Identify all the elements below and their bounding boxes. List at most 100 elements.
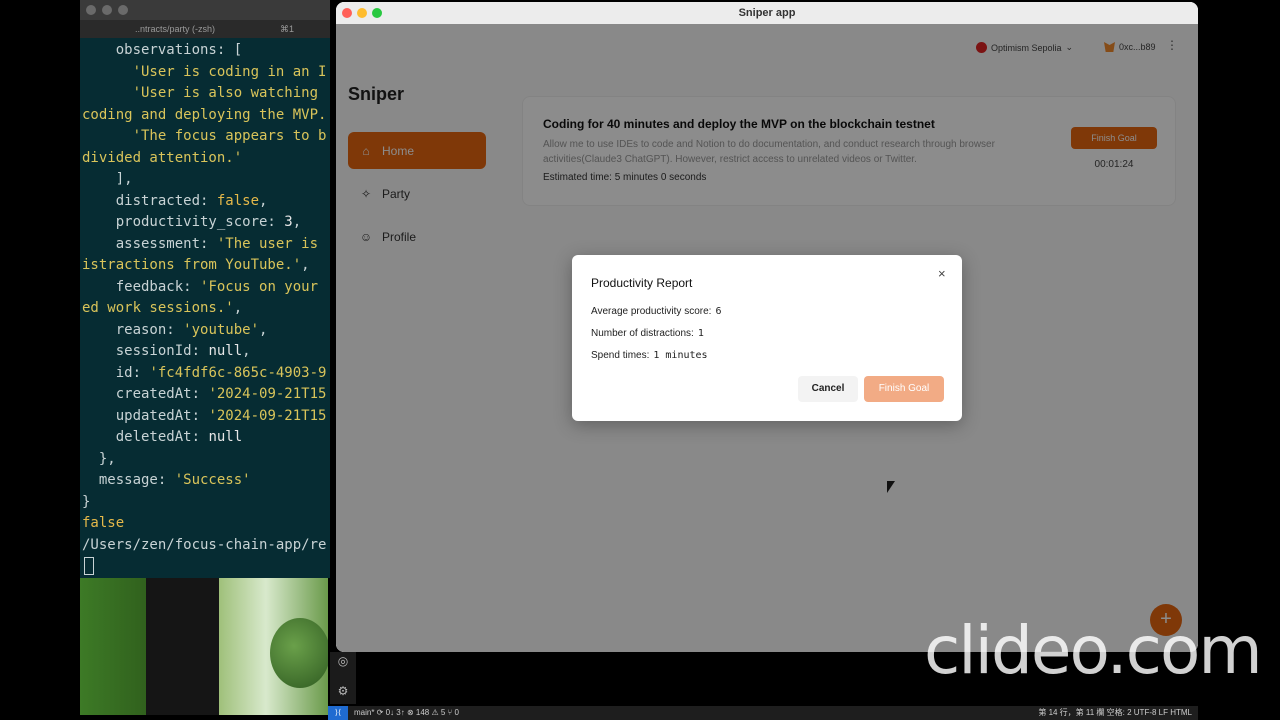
terminal-line: 'The focus appears to b bbox=[82, 126, 330, 148]
terminal-token: 'User is also watching bbox=[132, 85, 327, 101]
terminal-token: sessionId: bbox=[82, 343, 209, 359]
terminal-token: deletedAt: bbox=[82, 429, 209, 445]
terminal-token: , bbox=[259, 192, 268, 209]
close-icon[interactable]: × bbox=[938, 266, 946, 281]
terminal-token: null bbox=[208, 429, 243, 445]
terminal-line: 'User is also watching bbox=[82, 83, 330, 105]
activity-bar: ◎ ⚙ bbox=[330, 652, 356, 704]
terminal-line: feedback: 'Focus on your bbox=[82, 277, 330, 299]
terminal-token: , bbox=[259, 321, 268, 338]
terminal-token: 'youtube' bbox=[183, 321, 260, 338]
terminal-token: 3 bbox=[284, 214, 293, 230]
terminal-line: divided attention.' bbox=[82, 148, 330, 170]
terminal-token: updatedAt: bbox=[82, 407, 209, 424]
terminal-token: ed work sessions.' bbox=[82, 300, 234, 316]
video-thumbnail bbox=[80, 578, 328, 715]
dialog-title: Productivity Report bbox=[591, 276, 693, 290]
spend-time-row: Spend times: 1 minutes bbox=[591, 350, 708, 361]
terminal-token: 'The user is bbox=[216, 235, 327, 252]
status-right[interactable]: 第 14 行，第 11 欄 空格: 2 UTF-8 LF HTML bbox=[1038, 706, 1192, 720]
terminal-line: id: 'fc4fdf6c-865c-4903-9 bbox=[82, 363, 330, 385]
terminal-token: }, bbox=[82, 450, 116, 467]
remote-indicator-icon[interactable]: ⟩⟨ bbox=[328, 706, 348, 720]
terminal-token: null bbox=[208, 343, 243, 359]
terminal-token: istractions from YouTube.' bbox=[82, 257, 302, 273]
terminal-line: deletedAt: null bbox=[82, 427, 330, 449]
terminal-token: '2024-09-21T15 bbox=[208, 407, 327, 424]
terminal-line: distracted: false, bbox=[82, 191, 330, 213]
terminal-token: productivity_score: bbox=[82, 214, 285, 230]
terminal-token: id: bbox=[82, 364, 150, 381]
terminal-line: } bbox=[82, 492, 330, 514]
terminal-tab-shortcut: ⌘1 bbox=[280, 24, 295, 34]
terminal-line: updatedAt: '2024-09-21T15 bbox=[82, 406, 330, 428]
terminal-tab[interactable]: ..ntracts/party (-zsh) ⌘1 bbox=[80, 20, 330, 38]
clideo-watermark: clideo.com bbox=[924, 612, 1263, 689]
video-dark-panel bbox=[146, 578, 219, 715]
terminal-window[interactable]: ..ntracts/party (-zsh) ⌘1 observations: … bbox=[80, 0, 330, 578]
terminal-token: 'The focus appears to b bbox=[132, 128, 327, 144]
terminal-tab-title: ..ntracts/party (-zsh) bbox=[135, 24, 216, 34]
spend-time-value: 1 minutes bbox=[653, 350, 708, 361]
terminal-line: productivity_score: 3, bbox=[82, 212, 330, 234]
terminal-token: '2024-09-21T15 bbox=[208, 386, 327, 402]
terminal-minimize-dot[interactable] bbox=[102, 5, 112, 15]
avg-score-row: Average productivity score: 6 bbox=[591, 306, 721, 317]
terminal-line: false bbox=[82, 513, 330, 535]
terminal-token: } bbox=[82, 493, 91, 510]
terminal-line: coding and deploying the MVP. bbox=[82, 105, 330, 127]
terminal-token: false bbox=[82, 515, 125, 531]
terminal-token: divided attention.' bbox=[82, 149, 243, 166]
app-title: Sniper app bbox=[738, 7, 796, 19]
terminal-token: false bbox=[216, 192, 260, 209]
terminal-zoom-dot[interactable] bbox=[118, 5, 128, 15]
terminal-line: message: 'Success' bbox=[82, 470, 330, 492]
avg-score-value: 6 bbox=[715, 306, 722, 317]
mouse-pointer-icon bbox=[887, 481, 895, 493]
terminal-line: reason: 'youtube', bbox=[82, 320, 330, 342]
terminal-token: coding and deploying the MVP. bbox=[82, 106, 327, 123]
terminal-token: createdAt: bbox=[82, 386, 209, 402]
terminal-token: /Users/zen/focus-chain-app/re bbox=[82, 536, 327, 553]
terminal-close-dot[interactable] bbox=[86, 5, 96, 15]
cancel-button[interactable]: Cancel bbox=[798, 376, 858, 402]
terminal-token: , bbox=[242, 343, 251, 359]
terminal-line: /Users/zen/focus-chain-app/re bbox=[82, 535, 330, 557]
distractions-label: Number of distractions: bbox=[591, 328, 694, 339]
terminal-token: , bbox=[292, 214, 302, 230]
terminal-token: assessment: bbox=[82, 235, 217, 252]
gear-icon[interactable]: ⚙ bbox=[336, 684, 350, 698]
terminal-token: reason: bbox=[82, 321, 184, 338]
distractions-value: 1 bbox=[697, 328, 704, 339]
terminal-token: , bbox=[233, 300, 243, 316]
status-left[interactable]: main* ⟳ 0↓ 3↑ ⊗ 148 ⚠ 5 ⑂ 0 bbox=[354, 706, 459, 720]
terminal-cursor[interactable] bbox=[82, 556, 330, 578]
terminal-token: 'fc4fdf6c-865c-4903-9 bbox=[149, 364, 327, 381]
terminal-token: , bbox=[301, 257, 310, 273]
app-titlebar: Sniper app bbox=[336, 2, 1198, 25]
terminal-line: 'User is coding in an I bbox=[82, 62, 330, 84]
terminal-line: istractions from YouTube.', bbox=[82, 255, 330, 277]
terminal-line: observations: [ bbox=[82, 40, 330, 62]
terminal-token: feedback: bbox=[82, 278, 201, 295]
terminal-token: 'Focus on your bbox=[200, 278, 327, 295]
terminal-output: observations: [ 'User is coding in an I … bbox=[82, 40, 330, 578]
account-icon[interactable]: ◎ bbox=[336, 654, 350, 668]
terminal-line: ], bbox=[82, 169, 330, 191]
dialog-finish-goal-button[interactable]: Finish Goal bbox=[864, 376, 944, 402]
terminal-line: createdAt: '2024-09-21T15 bbox=[82, 384, 330, 406]
terminal-titlebar bbox=[80, 0, 330, 20]
terminal-token: distracted: bbox=[82, 192, 217, 209]
terminal-line: ed work sessions.', bbox=[82, 298, 330, 320]
terminal-token: 'User is coding in an I bbox=[132, 63, 327, 80]
spend-time-label: Spend times: bbox=[591, 350, 650, 361]
productivity-report-dialog: Productivity Report × Average productivi… bbox=[572, 255, 962, 421]
terminal-token: observations: [ bbox=[82, 42, 243, 58]
terminal-token: message: bbox=[82, 472, 175, 488]
tree-image bbox=[270, 618, 328, 688]
terminal-line: sessionId: null, bbox=[82, 341, 330, 363]
terminal-token: 'Success' bbox=[174, 472, 251, 488]
